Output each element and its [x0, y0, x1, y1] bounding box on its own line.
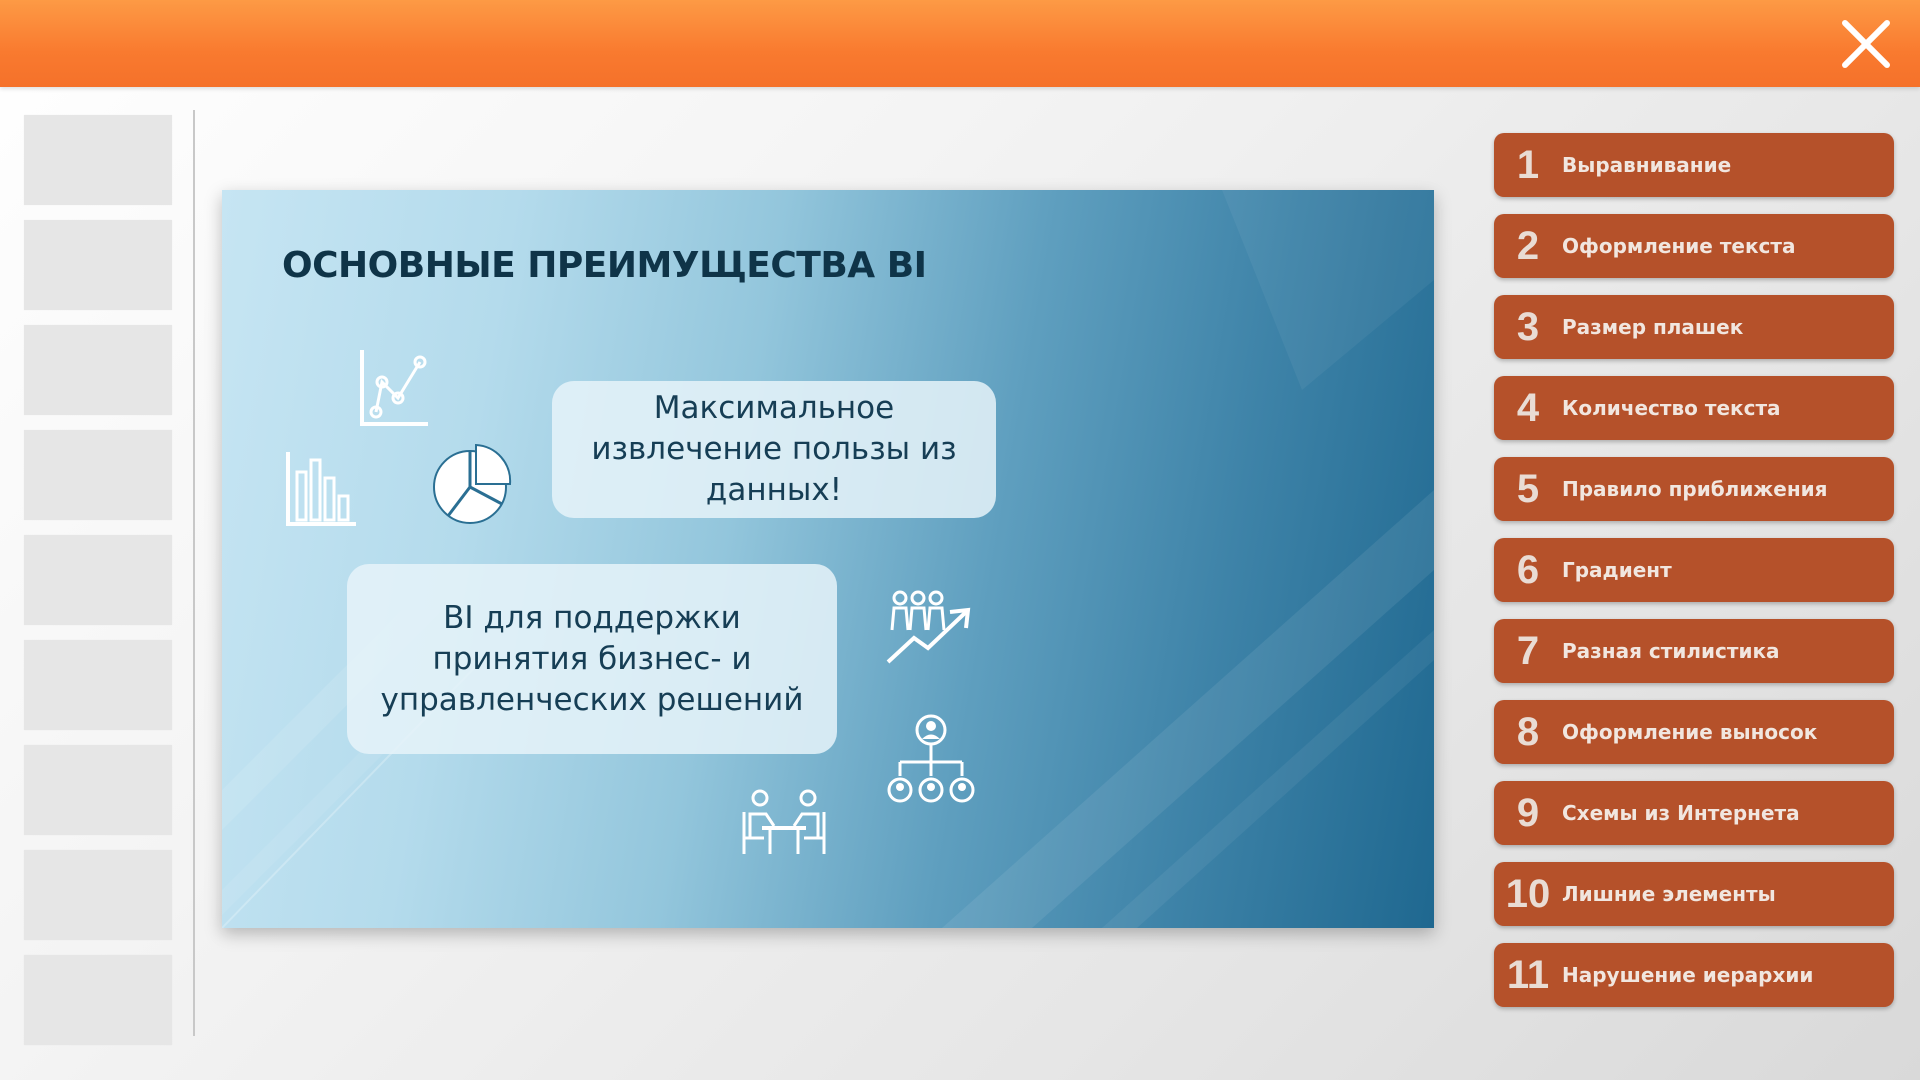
slide-thumbnail[interactable] [24, 745, 172, 835]
slide-preview: ОСНОВНЫЕ ПРЕИМУЩЕСТВА BI Максимальное из… [222, 190, 1434, 928]
criteria-label: Градиент [1562, 558, 1672, 582]
criteria-label: Лишние элементы [1562, 882, 1776, 906]
criteria-item-hierarchy-violation[interactable]: 11 Нарушение иерархии [1494, 943, 1894, 1007]
criteria-number: 10 [1505, 871, 1551, 916]
criteria-label: Размер плашек [1562, 315, 1744, 339]
slide-thumbnail[interactable] [24, 430, 172, 520]
criteria-number: 6 [1516, 547, 1540, 592]
criteria-label: Выравнивание [1562, 153, 1732, 177]
criteria-item-callout-styling[interactable]: 8 Оформление выносок [1494, 700, 1894, 764]
criteria-label: Разная стилистика [1562, 639, 1780, 663]
close-button[interactable] [1840, 18, 1892, 70]
criteria-list: 1 Выравнивание 2 Оформление текста 3 Раз… [1494, 133, 1894, 1024]
slide-thumbnail[interactable] [24, 640, 172, 730]
criteria-number: 3 [1516, 304, 1540, 349]
thumbnails-divider [193, 110, 195, 1036]
criteria-number: 8 [1516, 709, 1540, 754]
criteria-item-internet-diagrams[interactable]: 9 Схемы из Интернета [1494, 781, 1894, 845]
criteria-item-mixed-style[interactable]: 7 Разная стилистика [1494, 619, 1894, 683]
slide-thumbnail[interactable] [24, 850, 172, 940]
slide-background-stripes [222, 190, 1434, 928]
org-chart-icon [887, 714, 975, 803]
criteria-item-extra-elements[interactable]: 10 Лишние элементы [1494, 862, 1894, 926]
team-growth-icon [886, 590, 971, 664]
criteria-number: 4 [1516, 385, 1540, 430]
top-bar [0, 0, 1920, 87]
slide-title: ОСНОВНЫЕ ПРЕИМУЩЕСТВА BI [282, 245, 927, 286]
criteria-label: Нарушение иерархии [1562, 963, 1814, 987]
line-chart-icon [360, 350, 428, 426]
criteria-label: Оформление текста [1562, 234, 1796, 258]
slide-thumbnail[interactable] [24, 535, 172, 625]
criteria-number: 11 [1506, 952, 1550, 997]
callout-data-value: Максимальное извлечение пользы из данных… [552, 381, 996, 518]
meeting-icon [742, 789, 826, 854]
criteria-item-proximity-rule[interactable]: 5 Правило приближения [1494, 457, 1894, 521]
bar-chart-icon [286, 452, 356, 526]
slide-thumbnail[interactable] [24, 115, 172, 205]
criteria-number: 7 [1516, 628, 1540, 673]
criteria-number: 5 [1516, 466, 1540, 511]
slide-thumbnail[interactable] [24, 955, 172, 1045]
criteria-item-plate-size[interactable]: 3 Размер плашек [1494, 295, 1894, 359]
slide-thumbnail[interactable] [24, 220, 172, 310]
callout-bi-decisions: BI для поддержки принятия бизнес- и упра… [347, 564, 837, 754]
criteria-number: 2 [1516, 223, 1540, 268]
slide-thumbnail[interactable] [24, 325, 172, 415]
criteria-item-text-amount[interactable]: 4 Количество текста [1494, 376, 1894, 440]
slide-thumbnails [24, 115, 172, 1060]
criteria-item-text-styling[interactable]: 2 Оформление текста [1494, 214, 1894, 278]
criteria-number: 9 [1516, 790, 1540, 835]
close-icon [1842, 20, 1890, 68]
criteria-item-gradient[interactable]: 6 Градиент [1494, 538, 1894, 602]
criteria-label: Оформление выносок [1562, 720, 1818, 744]
criteria-number: 1 [1516, 142, 1540, 187]
criteria-item-alignment[interactable]: 1 Выравнивание [1494, 133, 1894, 197]
criteria-label: Правило приближения [1562, 477, 1828, 501]
pie-chart-icon [433, 443, 512, 524]
criteria-label: Количество текста [1562, 396, 1781, 420]
criteria-label: Схемы из Интернета [1562, 801, 1800, 825]
